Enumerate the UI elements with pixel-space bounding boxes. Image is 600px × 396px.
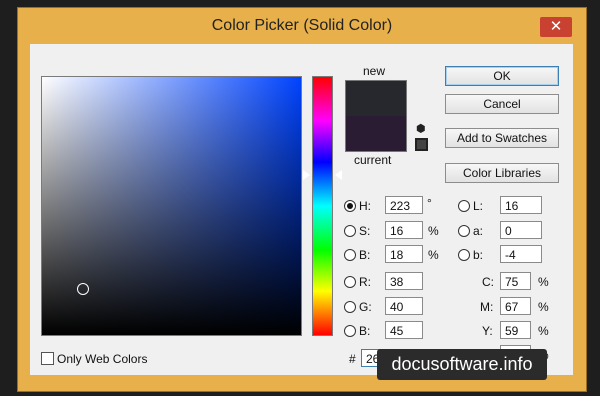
green-label: G: xyxy=(359,300,372,314)
yellow-unit: % xyxy=(538,324,549,338)
current-label: current xyxy=(354,153,392,167)
saturation-input[interactable]: 16 xyxy=(385,221,423,239)
cancel-button[interactable]: Cancel xyxy=(445,94,559,114)
brightness-input[interactable]: 18 xyxy=(385,245,423,263)
blue-input[interactable]: 45 xyxy=(385,321,423,339)
yellow-input[interactable]: 59 xyxy=(500,321,531,339)
saturation-radio[interactable] xyxy=(344,225,356,237)
close-button[interactable]: ✕ xyxy=(540,17,572,37)
blue-label: B: xyxy=(359,324,371,338)
cyan-input[interactable]: 75 xyxy=(500,272,531,290)
a-channel-radio[interactable] xyxy=(458,225,470,237)
a-channel-label: a: xyxy=(473,224,484,238)
web-safe-icon[interactable] xyxy=(415,138,428,151)
add-to-swatches-button[interactable]: Add to Swatches xyxy=(445,128,559,148)
only-web-colors-label: Only Web Colors xyxy=(57,352,148,366)
window-title: Color Picker (Solid Color) xyxy=(211,17,393,34)
green-input[interactable]: 40 xyxy=(385,297,423,315)
color-picker-window: Color Picker (Solid Color) ✕ new current… xyxy=(18,8,586,391)
red-radio[interactable] xyxy=(344,276,356,288)
brightness-radio[interactable] xyxy=(344,249,356,261)
cyan-unit: % xyxy=(538,275,549,289)
hex-label: # xyxy=(349,352,356,366)
ok-button[interactable]: OK xyxy=(445,66,559,86)
hue-slider-right-arrow-icon[interactable] xyxy=(335,170,342,180)
new-label: new xyxy=(363,64,386,78)
color-libraries-button[interactable]: Color Libraries xyxy=(445,163,559,183)
hue-input[interactable]: 223 xyxy=(385,196,423,214)
magenta-label: M: xyxy=(480,300,494,314)
green-radio[interactable] xyxy=(344,301,356,313)
hue-label: H: xyxy=(359,199,371,213)
brightness-label: B: xyxy=(359,248,371,262)
only-web-colors-checkbox[interactable] xyxy=(41,352,54,365)
magenta-input[interactable]: 67 xyxy=(500,297,531,315)
a-channel-input[interactable]: 0 xyxy=(500,221,542,239)
color-field-cursor[interactable] xyxy=(77,283,89,295)
saturation-label: S: xyxy=(359,224,371,238)
cyan-label: C: xyxy=(482,275,494,289)
b-channel-input[interactable]: -4 xyxy=(500,245,542,263)
red-label: R: xyxy=(359,275,371,289)
current-color-swatch[interactable] xyxy=(346,116,406,151)
blue-radio[interactable] xyxy=(344,325,356,337)
color-field[interactable] xyxy=(41,76,302,336)
watermark: docusoftware.info xyxy=(377,349,547,380)
hue-slider-left-arrow-icon[interactable] xyxy=(303,170,310,180)
dialog-body: new current ⬢ OK Cancel Add to Swatches … xyxy=(30,44,573,375)
yellow-label: Y: xyxy=(482,324,493,338)
color-preview xyxy=(345,80,407,152)
b-channel-radio[interactable] xyxy=(458,249,470,261)
brightness-unit: % xyxy=(428,248,439,262)
red-input[interactable]: 38 xyxy=(385,272,423,290)
cube-icon[interactable]: ⬢ xyxy=(416,122,426,135)
lightness-label: L: xyxy=(473,199,484,213)
title-bar[interactable]: Color Picker (Solid Color) ✕ xyxy=(18,8,586,44)
hue-radio[interactable] xyxy=(344,200,356,212)
lightness-radio[interactable] xyxy=(458,200,470,212)
new-color-swatch[interactable] xyxy=(346,81,406,116)
hue-slider[interactable] xyxy=(312,76,333,336)
magenta-unit: % xyxy=(538,300,549,314)
b-channel-label: b: xyxy=(473,248,484,262)
degree-unit: ° xyxy=(427,196,432,210)
saturation-unit: % xyxy=(428,224,439,238)
lightness-input[interactable]: 16 xyxy=(500,196,542,214)
